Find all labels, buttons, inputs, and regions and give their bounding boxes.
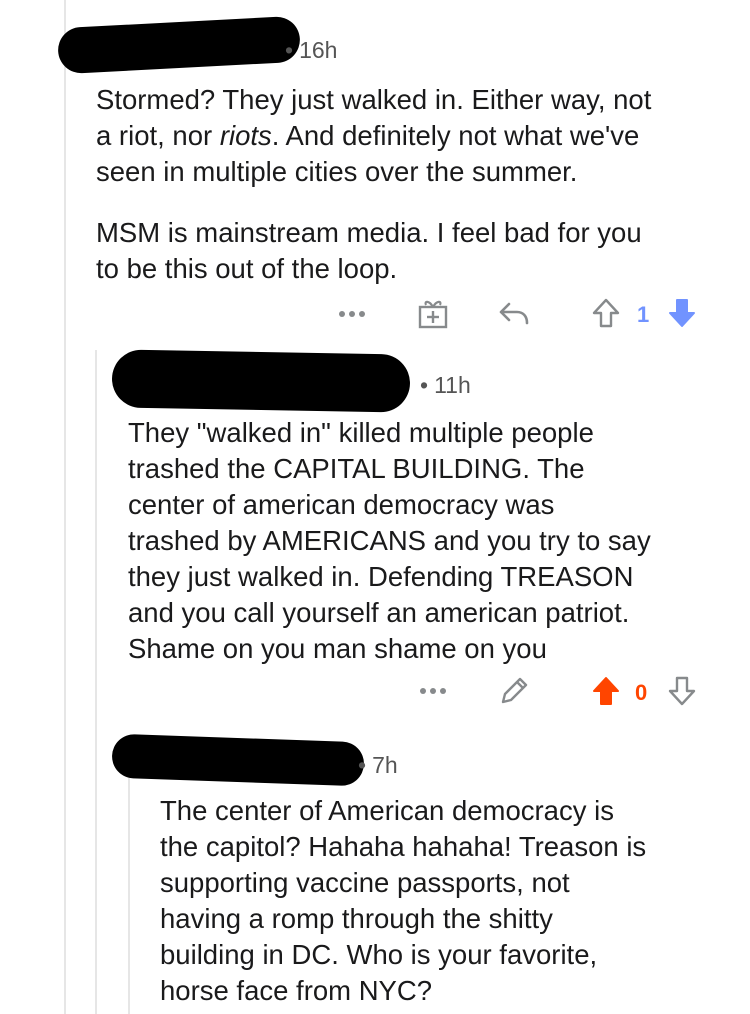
comment-text-line: having a romp through the shitty: [160, 903, 553, 934]
comment-meta: • 16h: [285, 37, 338, 63]
comment-body: Stormed? They just walked in. Either way…: [96, 82, 651, 190]
vote-count: 0: [635, 680, 648, 705]
comment-text-line: building in DC. Who is your favorite,: [160, 939, 598, 970]
edit-button[interactable]: [494, 672, 534, 710]
comment-text-line: a riot, nor riots. And definitely not wh…: [96, 120, 640, 151]
comment-meta: • 7h: [358, 752, 398, 778]
redacted-username: [111, 733, 365, 787]
comment-text-line: horse face from NYC?: [160, 975, 433, 1006]
comment-timestamp: 7h: [372, 752, 398, 778]
comment-text-line: and you call yourself an american patrio…: [128, 597, 630, 628]
more-icon: [420, 688, 446, 694]
redacted-username: [111, 349, 411, 413]
downvote-button[interactable]: [664, 672, 700, 710]
comment-text-line: trashed the CAPITAL BUILDING. The: [128, 453, 585, 484]
comment-text-line: MSM is mainstream media. I feel bad for …: [96, 217, 642, 248]
upvote-icon: [593, 677, 619, 705]
award-icon: [418, 300, 448, 329]
vote-count: 1: [637, 302, 650, 327]
comment-text-line: the capitol? Hahaha hahaha! Treason is: [160, 831, 647, 862]
thread-line-level-1: [95, 350, 97, 1014]
comment-text-line: seen in multiple cities over the summer.: [96, 156, 578, 187]
downvote-icon: [669, 299, 695, 327]
comment-body: They "walked in" killed multiple people …: [128, 415, 651, 667]
comment-text-line: trashed by AMERICANS and you try to say: [128, 525, 651, 556]
comment-text-line: Shame on you man shame on you: [128, 633, 547, 664]
comment-text-line: supporting vaccine passports, not: [160, 867, 570, 898]
comment-body: The center of American democracy is the …: [160, 793, 646, 1009]
comment-text-line: center of american democracy was: [128, 489, 555, 520]
redacted-username: [56, 15, 302, 75]
emphasis-text: riots: [219, 120, 272, 151]
more-icon: [339, 311, 365, 317]
comment-text-line: they just walked in. Defending TREASON: [128, 561, 634, 592]
upvote-icon: [592, 298, 620, 328]
comment-text-line: Stormed? They just walked in. Either way…: [96, 84, 652, 115]
comment-meta: • 11h: [420, 372, 471, 398]
reply-button[interactable]: [494, 296, 534, 330]
comment-timestamp: 11h: [434, 372, 471, 398]
upvote-button[interactable]: [588, 294, 624, 332]
edit-icon: [501, 677, 528, 704]
comment-body-paragraph-2: MSM is mainstream media. I feel bad for …: [96, 215, 642, 287]
comment-text-line: to be this out of the loop.: [96, 253, 398, 284]
downvote-icon: [668, 676, 696, 706]
comment-text-line: They "walked in" killed multiple people: [128, 417, 594, 448]
comment-text-line: The center of American democracy is: [160, 795, 614, 826]
downvote-button[interactable]: [664, 294, 700, 332]
comment-timestamp: 16h: [299, 37, 338, 63]
upvote-button[interactable]: [588, 672, 624, 710]
reply-icon: [499, 302, 529, 325]
more-options-button[interactable]: [332, 300, 372, 328]
more-options-button[interactable]: [413, 677, 453, 705]
award-button[interactable]: [413, 294, 453, 332]
thread-line-root: [64, 0, 66, 1014]
